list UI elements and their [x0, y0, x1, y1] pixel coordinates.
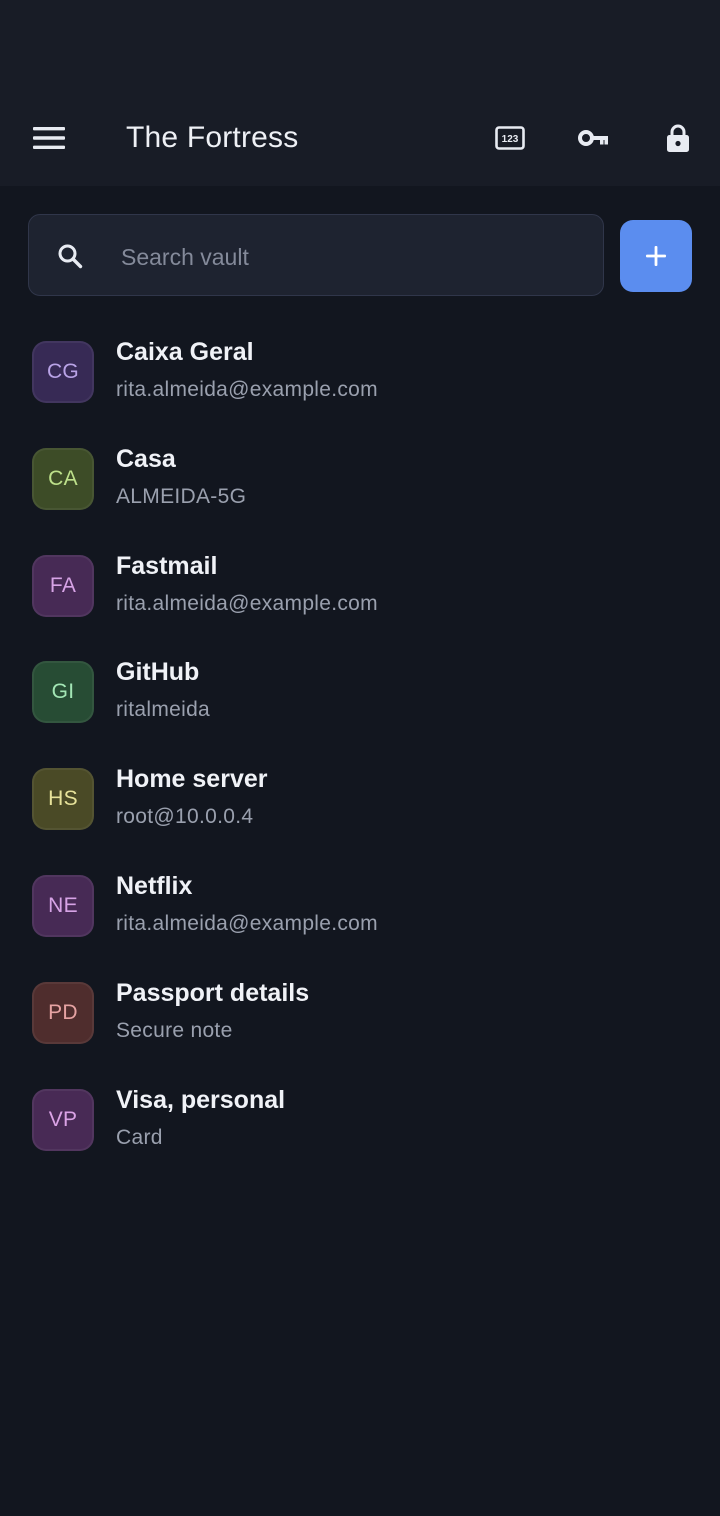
vault-item[interactable]: CA Casa ALMEIDA-5G — [0, 425, 720, 532]
vault-item[interactable]: HS Home server root@10.0.0.4 — [0, 745, 720, 852]
item-subtitle: ALMEIDA-5G — [116, 484, 247, 508]
number-pad-button[interactable]: 123 — [488, 116, 532, 160]
plus-icon — [646, 246, 666, 266]
vault-item[interactable]: GI GitHub ritalmeida — [0, 638, 720, 745]
app-bar: The Fortress 123 — [0, 0, 720, 186]
item-avatar: HS — [32, 768, 94, 831]
item-avatar: FA — [32, 554, 94, 617]
item-subtitle: Secure note — [116, 1018, 233, 1042]
item-title: Passport details — [116, 978, 310, 1007]
item-subtitle: ritalmeida — [116, 698, 211, 722]
number-pad-icon: 123 — [495, 126, 525, 150]
item-avatar: NE — [32, 874, 94, 937]
vault-item[interactable]: CG Caixa Geral rita.almeida@example.com — [0, 318, 720, 425]
item-subtitle: rita.almeida@example.com — [116, 591, 378, 615]
item-title: Home server — [116, 765, 268, 794]
key-icon — [578, 130, 608, 146]
item-subtitle: rita.almeida@example.com — [116, 911, 378, 935]
lock-vault-button[interactable] — [656, 116, 700, 160]
vault-item[interactable]: NE Netflix rita.almeida@example.com — [0, 852, 720, 959]
add-item-button[interactable] — [620, 220, 692, 292]
item-avatar: CG — [32, 341, 94, 403]
vault-item-list: CG Caixa Geral rita.almeida@example.com … — [0, 318, 720, 1172]
vault-screen: The Fortress 123 Search vault CG Caixa G… — [0, 0, 720, 1516]
item-title: GitHub — [116, 658, 200, 687]
item-subtitle: rita.almeida@example.com — [116, 378, 378, 401]
item-subtitle: root@10.0.0.4 — [116, 805, 254, 829]
vault-item[interactable]: PD Passport details Secure note — [0, 959, 720, 1066]
item-title: Visa, personal — [116, 1085, 286, 1114]
page-title: The Fortress — [126, 121, 299, 154]
item-title: Casa — [116, 444, 176, 473]
item-title: Netflix — [116, 871, 193, 900]
password-generator-button[interactable] — [572, 116, 616, 160]
vault-item[interactable]: VP Visa, personal Card — [0, 1066, 720, 1173]
item-title: Fastmail — [116, 551, 218, 580]
vault-item[interactable]: FA Fastmail rita.almeida@example.com — [0, 532, 720, 639]
item-avatar: CA — [32, 447, 94, 510]
menu-button[interactable] — [29, 118, 69, 158]
search-input[interactable] — [119, 235, 583, 279]
item-avatar: GI — [32, 661, 94, 724]
svg-text:123: 123 — [502, 134, 519, 145]
search-icon — [58, 244, 83, 269]
lock-icon — [667, 124, 689, 152]
search-bar[interactable] — [28, 214, 604, 296]
menu-icon — [33, 127, 65, 149]
item-avatar: VP — [32, 1088, 94, 1151]
item-title: Caixa Geral — [116, 338, 254, 366]
item-subtitle: Card — [116, 1125, 163, 1149]
item-avatar: PD — [32, 981, 94, 1044]
